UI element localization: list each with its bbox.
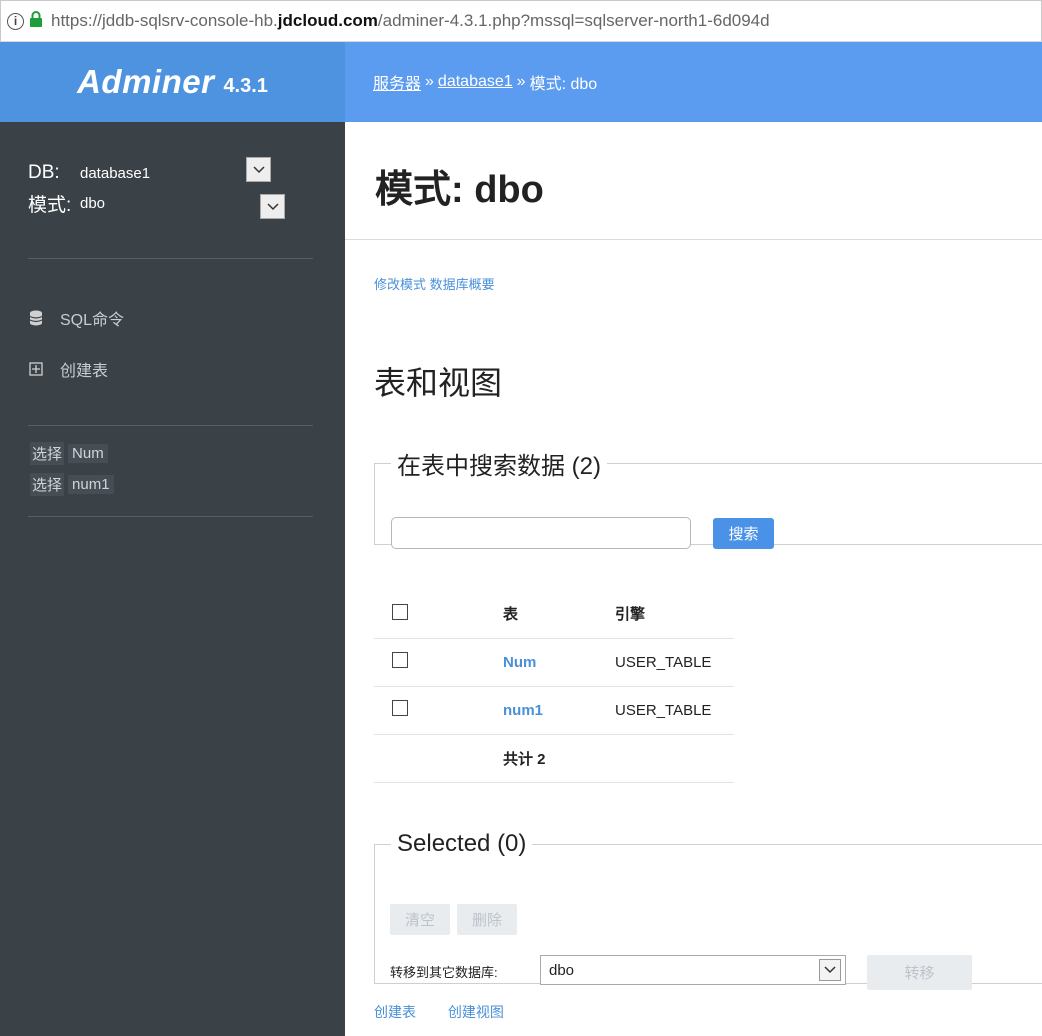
table-name-link[interactable]: Num [503, 654, 536, 671]
table-row: Num USER_TABLE [374, 638, 734, 687]
sidebar-table-item: 选择 num1 [30, 473, 114, 496]
move-label: 转移到其它数据库: [390, 965, 498, 980]
sidebar-divider [28, 258, 313, 259]
url-suffix: /adminer-4.3.1.php?mssql=sqlserver-north… [377, 11, 770, 30]
selected-legend: Selected (0) [397, 830, 527, 857]
page-title: 模式: dbo [375, 169, 544, 211]
create-view-link[interactable]: 创建视图 [448, 1004, 504, 1020]
bottom-links: 创建表 创建视图 [374, 1002, 532, 1022]
sidebar-divider [28, 516, 313, 517]
logo[interactable]: Adminer 4.3.1 [0, 42, 345, 122]
sidebar-item-create-table[interactable]: 创建表 [28, 357, 108, 381]
drop-button[interactable]: 删除 [457, 904, 517, 935]
schema-value[interactable]: dbo [80, 195, 105, 212]
move-button[interactable]: 转移 [867, 955, 972, 990]
breadcrumb-separator: » [516, 73, 526, 90]
table-engine: USER_TABLE [614, 686, 734, 735]
breadcrumb: 服务器 » database1 » 模式: dbo [345, 42, 1042, 122]
tables-table: 表 引擎 Num USER_TABLE num1 USER_TABLE 共计 2 [374, 590, 734, 783]
url-domain: jdcloud.com [277, 11, 378, 30]
db-value[interactable]: database1 [80, 165, 150, 182]
sidebar-item-label: 创建表 [60, 363, 109, 380]
section-title: 表和视图 [374, 365, 503, 401]
search-legend: 在表中搜索数据 (2) [397, 453, 601, 480]
logo-name: Adminer [77, 63, 215, 100]
search-input[interactable] [391, 517, 691, 549]
sidebar-item-sql-command[interactable]: SQL命令 [28, 306, 124, 330]
search-fieldset: 在表中搜索数据 (2) 搜索 [374, 446, 1042, 549]
schema-links: 修改模式 数据库概要 [374, 274, 495, 293]
search-button[interactable]: 搜索 [713, 518, 774, 549]
table-plus-icon [28, 362, 44, 376]
selected-fieldset: Selected (0) 清空 删除 转移到其它数据库: dbo 转移 [374, 830, 1042, 990]
url-prefix: https://jddb-sqlsrv-console-hb. [51, 11, 278, 30]
table-engine: USER_TABLE [614, 638, 734, 687]
table-structure-link[interactable]: Num [68, 444, 108, 463]
schema-dropdown-button[interactable] [260, 194, 285, 219]
row-checkbox[interactable] [392, 652, 408, 668]
chevron-down-icon [252, 165, 265, 173]
column-header-table[interactable]: 表 [502, 590, 614, 639]
db-selector: DB: database1 模式: dbo [28, 158, 150, 218]
move-database-select[interactable]: dbo [540, 955, 846, 985]
schema-label: 模式: [28, 194, 72, 216]
breadcrumb-server-link[interactable]: 服务器 [373, 70, 421, 94]
info-icon[interactable]: i [7, 12, 24, 30]
alter-schema-link[interactable]: 修改模式 [374, 277, 426, 292]
database-overview-link[interactable]: 数据库概要 [430, 277, 495, 292]
chevron-down-icon [819, 959, 841, 981]
move-database-value: dbo [549, 961, 575, 979]
chevron-down-icon [266, 202, 279, 210]
lock-icon[interactable] [29, 10, 43, 33]
breadcrumb-current: 模式: dbo [529, 76, 598, 93]
truncate-button[interactable]: 清空 [390, 904, 450, 935]
logo-version: 4.3.1 [223, 74, 268, 97]
title-area: 模式: dbo [345, 122, 1042, 240]
row-checkbox[interactable] [392, 700, 408, 716]
sidebar-divider [28, 425, 313, 426]
table-header-row: 表 引擎 [374, 590, 734, 639]
sidebar: Adminer 4.3.1 DB: database1 模式: dbo SQL命… [0, 42, 345, 1036]
select-table-link[interactable]: 选择 [30, 473, 65, 496]
column-header-engine[interactable]: 引擎 [614, 590, 734, 639]
breadcrumb-separator: » [425, 73, 434, 90]
table-row: num1 USER_TABLE [374, 686, 734, 735]
table-name-link[interactable]: num1 [503, 702, 543, 719]
db-label: DB: [28, 162, 60, 183]
address-bar[interactable]: i https://jddb-sqlsrv-console-hb. jdcloud… [0, 0, 1042, 42]
table-total-row: 共计 2 [374, 734, 734, 783]
table-structure-link[interactable]: num1 [68, 475, 114, 494]
sidebar-item-label: SQL命令 [60, 312, 125, 329]
select-all-checkbox[interactable] [392, 603, 408, 620]
db-dropdown-button[interactable] [246, 157, 271, 182]
select-table-link[interactable]: 选择 [30, 442, 65, 465]
sidebar-table-item: 选择 Num [30, 442, 108, 465]
create-table-link[interactable]: 创建表 [374, 1004, 416, 1020]
database-icon [28, 310, 44, 326]
breadcrumb-database-link[interactable]: database1 [438, 73, 513, 91]
table-total: 共计 2 [502, 734, 614, 783]
